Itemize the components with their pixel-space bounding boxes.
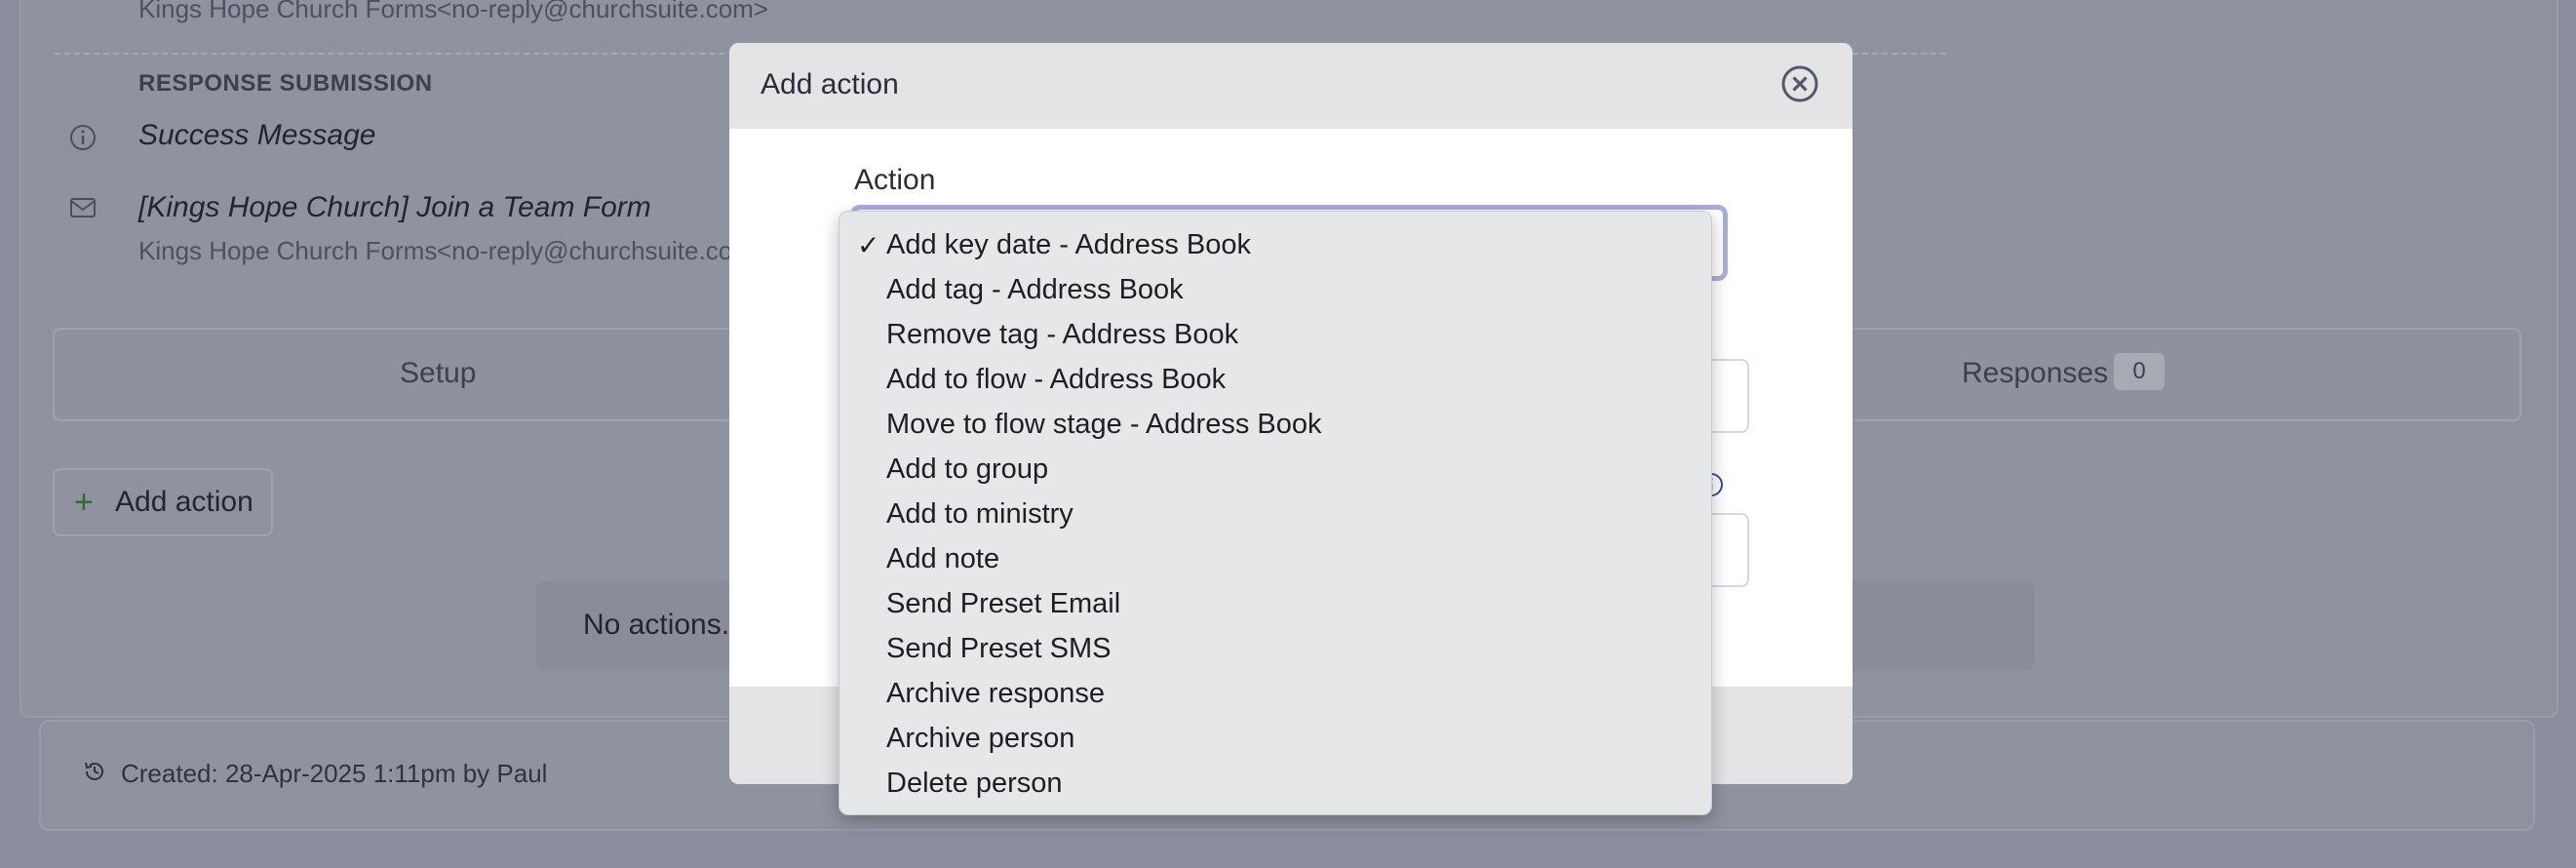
responses-count-badge: 0: [2114, 353, 2165, 390]
empty-state-message: No actions.: [583, 609, 730, 641]
top-sender-email: <no-reply@churchsuite.com>: [437, 0, 768, 23]
add-action-button[interactable]: + Add action: [53, 468, 273, 536]
dropdown-option[interactable]: Add tag - Address Book: [839, 268, 1711, 313]
checkmark-icon: ✓: [857, 230, 880, 260]
dropdown-option[interactable]: Archive response: [839, 672, 1711, 717]
dropdown-option[interactable]: Delete person: [839, 762, 1711, 807]
form-editor-page: Kings Hope Church Forms <no-reply@church…: [0, 0, 2576, 868]
section-label: RESPONSE SUBMISSION: [138, 70, 433, 97]
dropdown-option[interactable]: Add to ministry: [839, 493, 1711, 537]
dropdown-option[interactable]: Archive person: [839, 717, 1711, 762]
created-info: Created: 28-Apr-2025 1:11pm by Paul: [121, 759, 548, 788]
modal-header: Add action: [729, 43, 1853, 129]
dropdown-option[interactable]: ✓ Add key date - Address Book: [839, 223, 1711, 268]
dropdown-option[interactable]: Send Preset SMS: [839, 627, 1711, 672]
email-sender-email: <no-reply@churchsuite.com>: [437, 236, 768, 265]
tab-setup[interactable]: Setup: [400, 357, 476, 390]
dropdown-option[interactable]: Add to group: [839, 448, 1711, 493]
dropdown-option[interactable]: Move to flow stage - Address Book: [839, 403, 1711, 448]
mail-icon: [68, 193, 98, 222]
dropdown-option[interactable]: Send Preset Email: [839, 582, 1711, 627]
dropdown-option[interactable]: Remove tag - Address Book: [839, 313, 1711, 358]
plus-icon: +: [74, 484, 94, 521]
tab-responses[interactable]: Responses: [1962, 357, 2108, 390]
info-icon: [68, 123, 98, 152]
close-icon[interactable]: [1780, 64, 1819, 103]
dropdown-option[interactable]: Add note: [839, 537, 1711, 582]
action-field-label: Action: [854, 164, 936, 196]
action-dropdown-menu[interactable]: ✓ Add key date - Address Book Add tag - A…: [839, 211, 1712, 815]
top-sender-name: Kings Hope Church Forms: [138, 0, 438, 23]
email-sender-name: Kings Hope Church Forms: [138, 236, 438, 265]
history-icon: [82, 759, 107, 784]
modal-title: Add action: [761, 68, 899, 100]
email-subject-link[interactable]: [Kings Hope Church] Join a Team Form: [138, 191, 651, 224]
add-action-label: Add action: [115, 486, 254, 518]
dropdown-option[interactable]: Add to flow - Address Book: [839, 358, 1711, 403]
success-message-link[interactable]: Success Message: [138, 119, 375, 152]
